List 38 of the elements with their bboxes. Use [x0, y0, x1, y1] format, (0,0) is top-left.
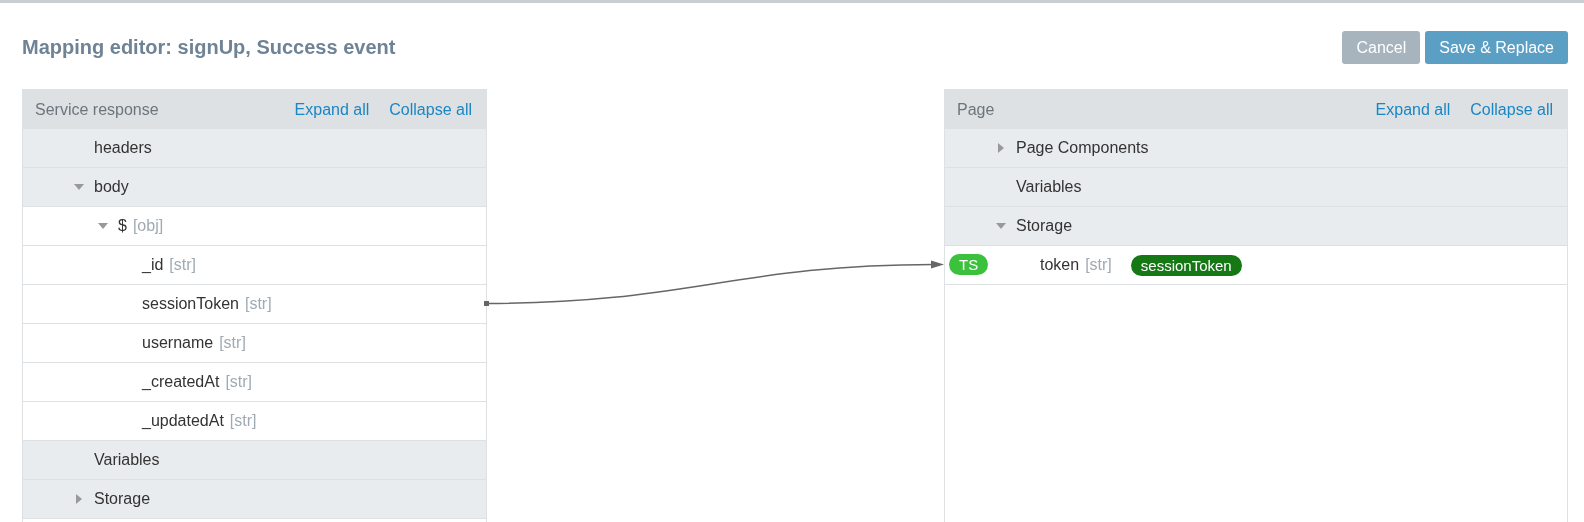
panel-title: Service response	[35, 100, 160, 119]
tree-row[interactable]: Storage	[23, 480, 486, 519]
caret-icon[interactable]	[996, 221, 1006, 231]
field-name: headers	[94, 139, 152, 157]
field-type: [str]	[225, 373, 253, 391]
field-name: $	[118, 217, 127, 235]
caret-icon[interactable]	[74, 494, 84, 504]
caret-icon[interactable]	[996, 143, 1006, 153]
field-name: Variables	[1016, 178, 1082, 196]
field-name: username	[142, 334, 214, 352]
field-name: _updatedAt	[142, 412, 224, 430]
field-name: token	[1040, 256, 1080, 274]
field-name: Variables	[94, 451, 160, 469]
tree-row[interactable]: Variables	[23, 441, 486, 480]
scope-badge: TS	[949, 254, 989, 275]
field-type: [str]	[169, 256, 197, 274]
tree-row[interactable]: Storage	[945, 207, 1567, 246]
tree-row[interactable]: Page Components	[945, 129, 1567, 168]
field-name: body	[94, 178, 129, 196]
field-name: Storage	[1016, 217, 1073, 235]
field-type: [str]	[229, 412, 257, 430]
tree-row[interactable]: body	[23, 168, 486, 207]
field-name: Storage	[94, 490, 151, 508]
field-type: [str]	[219, 334, 246, 352]
field-name: sessionToken	[142, 295, 239, 313]
panel-title: Page	[957, 100, 996, 119]
field-type: [obj]	[132, 217, 164, 235]
tree-row[interactable]: Variables	[945, 168, 1567, 207]
field-type: [str]	[1085, 256, 1112, 274]
caret-icon[interactable]	[74, 182, 84, 192]
dialog-title: Mapping editor: signUp, Success event	[22, 36, 396, 59]
tree-row[interactable]: headers	[23, 129, 486, 168]
field-name: Page Components	[1016, 139, 1149, 157]
field-type: [str]	[244, 295, 272, 313]
caret-icon[interactable]	[98, 221, 108, 231]
field-name: _id	[142, 256, 164, 274]
mapping-tag: sessionToken	[1130, 254, 1242, 276]
field-name: _createdAt	[142, 373, 220, 391]
